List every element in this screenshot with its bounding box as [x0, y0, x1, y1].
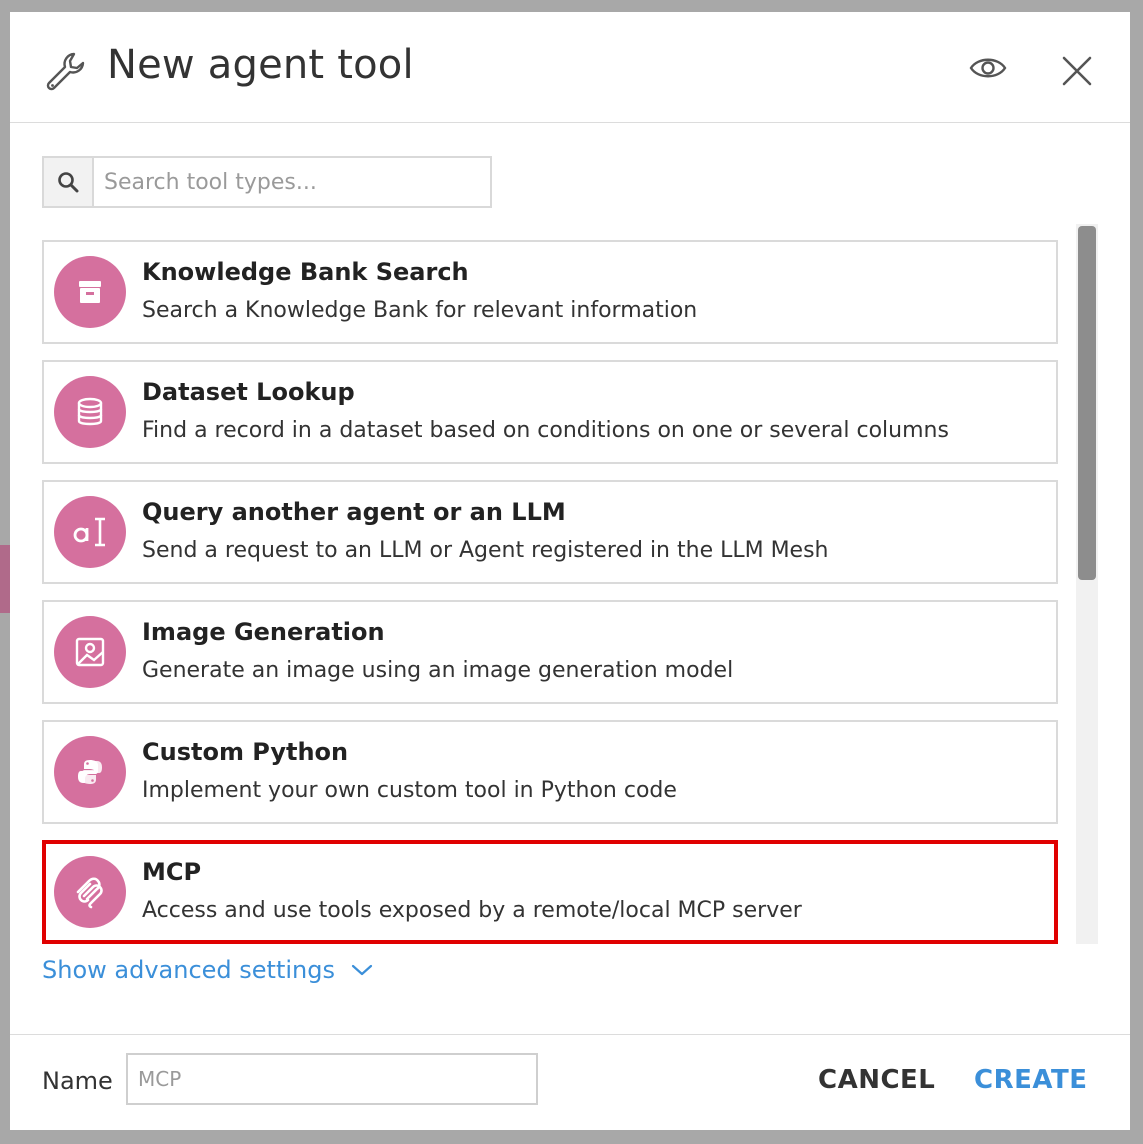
tool-type-list: Knowledge Bank Search Search a Knowledge… — [42, 240, 1058, 944]
tool-name: Image Generation — [142, 618, 385, 646]
background-button-fragment — [0, 545, 10, 613]
tool-name-input[interactable] — [126, 1053, 538, 1105]
search-addon — [44, 158, 94, 206]
tool-icon-circle — [54, 256, 126, 328]
tool-icon-circle — [54, 616, 126, 688]
tool-card-dataset-lookup[interactable]: Dataset Lookup Find a record in a datase… — [42, 360, 1058, 464]
name-label: Name — [42, 1067, 113, 1095]
llm-text-icon — [73, 517, 105, 547]
tool-card-mcp[interactable]: MCP Access and use tools exposed by a re… — [42, 840, 1058, 944]
tool-name: Knowledge Bank Search — [142, 258, 469, 286]
tool-icon-circle — [54, 376, 126, 448]
advanced-settings-label: Show advanced settings — [42, 956, 335, 984]
tool-card-query-agent-llm[interactable]: Query another agent or an LLM Send a req… — [42, 480, 1058, 584]
dialog-footer: Name CANCEL CREATE — [10, 1034, 1130, 1130]
dialog-title: New agent tool — [107, 42, 414, 88]
image-icon — [75, 637, 105, 667]
python-icon — [78, 760, 102, 784]
tool-name: Query another agent or an LLM — [142, 498, 566, 526]
tool-description: Implement your own custom tool in Python… — [142, 778, 677, 803]
database-icon — [77, 397, 103, 426]
new-agent-tool-dialog: New agent tool Knowled — [10, 12, 1130, 1130]
tool-description: Search a Knowledge Bank for relevant inf… — [142, 298, 698, 323]
tool-description: Send a request to an LLM or Agent regist… — [142, 538, 829, 563]
tool-type-search — [42, 156, 492, 208]
tool-icon-circle — [54, 496, 126, 568]
tool-card-image-generation[interactable]: Image Generation Generate an image using… — [42, 600, 1058, 704]
tool-description: Find a record in a dataset based on cond… — [142, 418, 949, 443]
tool-name: Dataset Lookup — [142, 378, 355, 406]
dialog-header: New agent tool — [10, 12, 1130, 123]
search-icon — [58, 172, 79, 193]
tool-icon-circle — [54, 856, 126, 928]
tool-card-custom-python[interactable]: Custom Python Implement your own custom … — [42, 720, 1058, 824]
cancel-button[interactable]: CANCEL — [818, 1065, 935, 1095]
tool-icon-circle — [54, 736, 126, 808]
wrench-icon — [46, 52, 85, 91]
show-advanced-settings-link[interactable]: Show advanced settings — [42, 956, 373, 984]
close-icon[interactable] — [1060, 54, 1094, 88]
search-input[interactable] — [94, 158, 490, 206]
mcp-icon — [76, 877, 103, 909]
archive-box-icon — [79, 281, 101, 303]
tool-name: Custom Python — [142, 738, 349, 766]
tool-description: Access and use tools exposed by a remote… — [142, 898, 802, 923]
eye-icon[interactable] — [968, 52, 1008, 84]
tool-card-knowledge-bank-search[interactable]: Knowledge Bank Search Search a Knowledge… — [42, 240, 1058, 344]
chevron-down-icon — [351, 964, 373, 976]
list-scrollbar-thumb[interactable] — [1078, 226, 1096, 580]
tool-name: MCP — [142, 858, 202, 886]
tool-description: Generate an image using an image generat… — [142, 658, 734, 683]
create-button[interactable]: CREATE — [974, 1065, 1087, 1095]
